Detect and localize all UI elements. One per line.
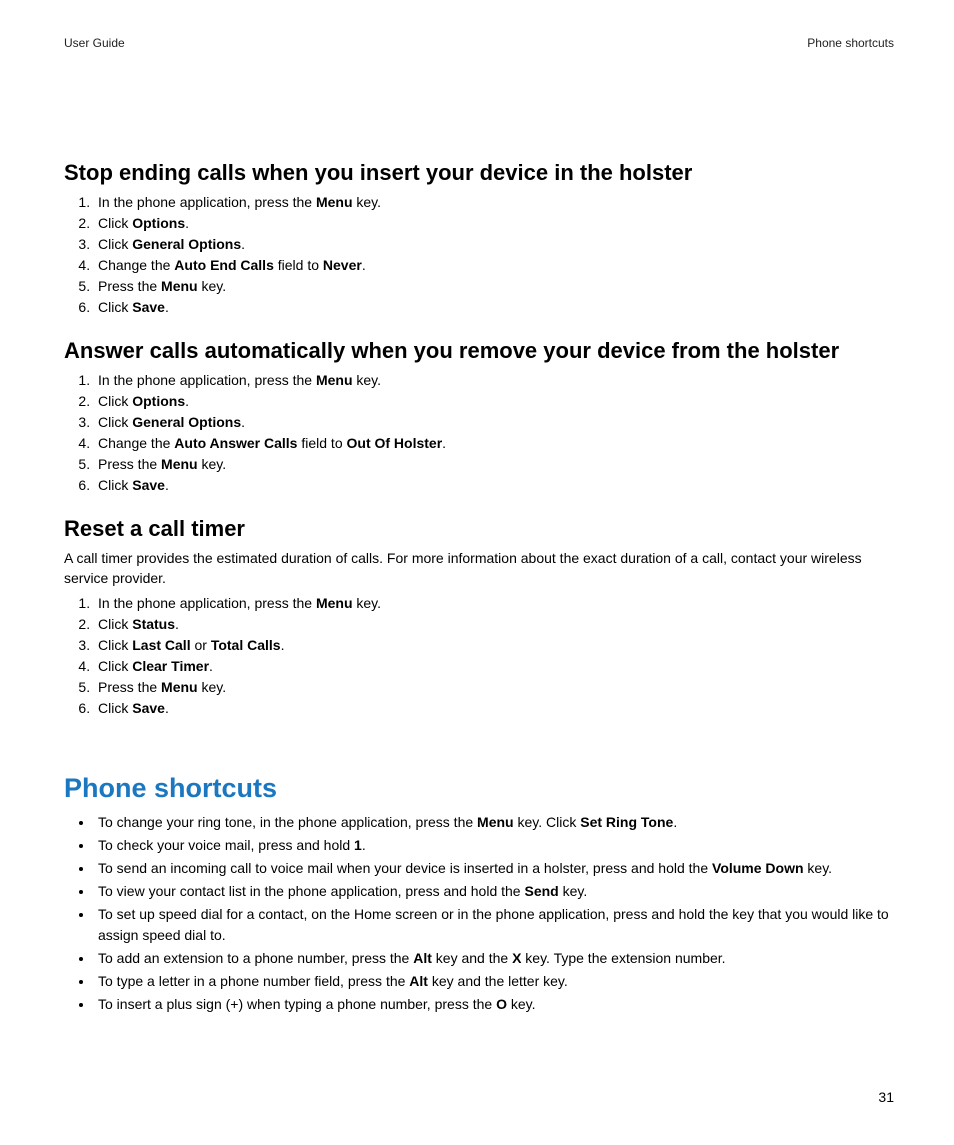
page: User Guide Phone shortcuts Stop ending c… bbox=[0, 0, 954, 1145]
step: Click Clear Timer. bbox=[94, 656, 894, 677]
list-item: To set up speed dial for a contact, on t… bbox=[94, 904, 894, 946]
list-item: To add an extension to a phone number, p… bbox=[94, 948, 894, 969]
step: Change the Auto Answer Calls field to Ou… bbox=[94, 433, 894, 454]
step: Change the Auto End Calls field to Never… bbox=[94, 255, 894, 276]
step: Click Save. bbox=[94, 698, 894, 719]
page-number: 31 bbox=[878, 1089, 894, 1105]
list-item: To change your ring tone, in the phone a… bbox=[94, 812, 894, 833]
section-intro-reset-call-timer: A call timer provides the estimated dura… bbox=[64, 548, 894, 589]
step: Press the Menu key. bbox=[94, 677, 894, 698]
list-item: To view your contact list in the phone a… bbox=[94, 881, 894, 902]
step: Click Last Call or Total Calls. bbox=[94, 635, 894, 656]
step: Click Options. bbox=[94, 391, 894, 412]
step: Click Save. bbox=[94, 297, 894, 318]
shortcuts-list: To change your ring tone, in the phone a… bbox=[64, 812, 894, 1015]
section-title-reset-call-timer: Reset a call timer bbox=[64, 516, 894, 542]
step: Press the Menu key. bbox=[94, 454, 894, 475]
header-left: User Guide bbox=[64, 36, 125, 50]
list-item: To send an incoming call to voice mail w… bbox=[94, 858, 894, 879]
steps-answer-calls: In the phone application, press the Menu… bbox=[64, 370, 894, 496]
step: In the phone application, press the Menu… bbox=[94, 370, 894, 391]
list-item: To insert a plus sign (+) when typing a … bbox=[94, 994, 894, 1015]
step: Press the Menu key. bbox=[94, 276, 894, 297]
steps-stop-ending-calls: In the phone application, press the Menu… bbox=[64, 192, 894, 318]
list-item: To type a letter in a phone number field… bbox=[94, 971, 894, 992]
list-item: To check your voice mail, press and hold… bbox=[94, 835, 894, 856]
step: Click Save. bbox=[94, 475, 894, 496]
step: In the phone application, press the Menu… bbox=[94, 192, 894, 213]
chapter-title-phone-shortcuts: Phone shortcuts bbox=[64, 773, 894, 804]
section-title-answer-calls: Answer calls automatically when you remo… bbox=[64, 338, 894, 364]
step: Click General Options. bbox=[94, 412, 894, 433]
section-title-stop-ending-calls: Stop ending calls when you insert your d… bbox=[64, 160, 894, 186]
step: Click Status. bbox=[94, 614, 894, 635]
step: In the phone application, press the Menu… bbox=[94, 593, 894, 614]
steps-reset-call-timer: In the phone application, press the Menu… bbox=[64, 593, 894, 719]
step: Click General Options. bbox=[94, 234, 894, 255]
page-header: User Guide Phone shortcuts bbox=[64, 36, 894, 50]
step: Click Options. bbox=[94, 213, 894, 234]
header-right: Phone shortcuts bbox=[807, 36, 894, 50]
